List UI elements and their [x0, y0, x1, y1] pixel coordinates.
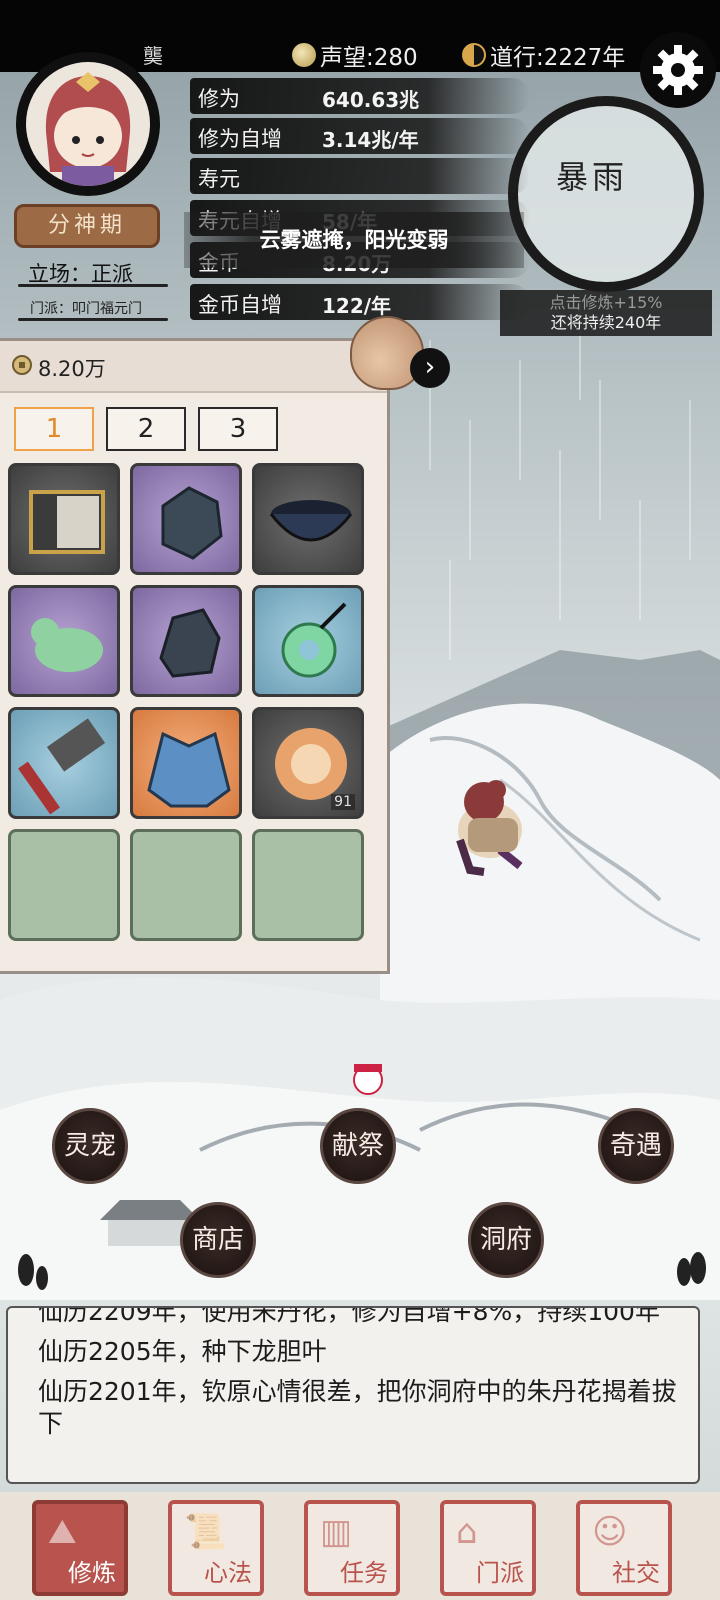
stat-value: 3.14兆/年 — [322, 128, 419, 152]
rock-icon — [159, 608, 221, 678]
inventory-slot[interactable] — [252, 585, 364, 697]
weather-name: 暴雨 — [556, 158, 629, 196]
realm-badge: 分神期 — [14, 204, 160, 248]
inventory-slot[interactable] — [130, 707, 242, 819]
ore-icon — [161, 486, 223, 560]
stat-label: 寿元 — [198, 167, 240, 191]
event-log[interactable]: 仙历2209年，使用朱丹花，修为自增+8%，持续100年 仙历2205年，种下龙… — [6, 1306, 700, 1484]
nav-label: 社交 — [612, 1559, 660, 1587]
scroll-icon: 📜 — [184, 1512, 227, 1552]
inventory-panel: 8.20万 1 2 3 91 — [0, 338, 390, 974]
inventory-tabs: 1 2 3 — [14, 407, 278, 451]
people-icon: ☺ — [592, 1512, 628, 1552]
beast-icon — [31, 618, 103, 672]
dao-display: 道行:2227年 — [462, 38, 625, 72]
stat-row: 金币自增 122/年 — [190, 284, 530, 320]
log-entry: 仙历2201年，钦原心情很差，把你洞府中的朱丹花揭着拔下 — [38, 1377, 677, 1438]
jade-pendant-icon — [281, 602, 347, 678]
encounter-button[interactable]: 奇遇 — [598, 1108, 674, 1184]
gear-icon — [653, 45, 703, 95]
player-name: 龑 — [143, 44, 163, 68]
book-icon: ▥ — [320, 1512, 353, 1552]
fame-icon — [292, 43, 316, 67]
dao-label: 道行:2227年 — [490, 45, 626, 71]
inventory-slot[interactable] — [8, 707, 120, 819]
shop-button[interactable]: 商店 — [180, 1202, 256, 1278]
yin-yang-icon — [462, 43, 486, 67]
temple-icon: ⌂ — [456, 1512, 478, 1552]
bowl-icon — [269, 500, 353, 542]
nav-social[interactable]: ☺ 社交 — [576, 1500, 672, 1596]
stat-value: 122/年 — [322, 294, 392, 318]
weather-duration: 还将持续240年 — [550, 313, 662, 332]
divider — [18, 284, 168, 287]
weather-info: 点击修炼+15% 还将持续240年 — [500, 290, 712, 336]
stat-label: 修为自增 — [198, 127, 282, 151]
inventory-slot[interactable]: 91 — [252, 707, 364, 819]
weather-bonus: 点击修炼+15% — [549, 293, 663, 312]
event-toast: 云雾遮掩，阳光变弱 — [184, 212, 524, 268]
stats-panel: 修为 640.63兆 修为自增 3.14兆/年 寿元 寿元自增 58/年 金币 … — [190, 76, 530, 326]
nav-label: 门派 — [476, 1559, 524, 1587]
stat-row: 修为自增 3.14兆/年 — [190, 118, 530, 154]
fame-display: 声望:280 — [292, 38, 418, 72]
sect-label: 门派：叩门福元门 — [30, 301, 142, 317]
inventory-slot[interactable] — [252, 463, 364, 575]
nav-quest[interactable]: ▥ 任务 — [304, 1500, 400, 1596]
bottom-nav: ⛰ 修炼 📜 心法 ▥ 任务 ⌂ 门派 ☺ 社交 — [0, 1492, 720, 1600]
expand-arrow-button[interactable]: › — [410, 348, 450, 388]
item-count: 91 — [331, 794, 355, 810]
sacrifice-button[interactable]: 献祭 — [320, 1108, 396, 1184]
robe-icon — [147, 731, 231, 808]
book-icon — [29, 490, 105, 554]
stat-label: 金币自增 — [198, 293, 282, 317]
inventory-tab-2[interactable]: 2 — [106, 407, 186, 451]
inventory-slot[interactable] — [130, 463, 242, 575]
inventory-slot[interactable] — [8, 585, 120, 697]
inventory-header: 8.20万 — [0, 341, 387, 393]
mountain-icon: ⛰ — [48, 1512, 77, 1552]
nav-sect[interactable]: ⌂ 门派 — [440, 1500, 536, 1596]
inventory-tab-3[interactable]: 3 — [198, 407, 278, 451]
nav-cultivate[interactable]: ⛰ 修炼 — [32, 1500, 128, 1596]
nav-label: 修炼 — [68, 1559, 116, 1587]
nav-technique[interactable]: 📜 心法 — [168, 1500, 264, 1596]
inventory-tab-1[interactable]: 1 — [14, 407, 94, 451]
avatar[interactable] — [26, 62, 150, 186]
inventory-grid: 91 — [8, 463, 364, 941]
stat-value: 640.63兆 — [322, 88, 420, 112]
nav-label: 任务 — [340, 1559, 388, 1587]
cave-button[interactable]: 洞府 — [468, 1202, 544, 1278]
hammer-icon — [18, 718, 106, 815]
empty-slot[interactable] — [130, 829, 242, 941]
stat-label: 修为 — [198, 87, 240, 111]
log-entry: 仙历2209年，使用朱丹花，修为自增+8%，持续100年 — [38, 1306, 660, 1326]
fame-label: 声望:280 — [320, 45, 418, 71]
log-entry: 仙历2205年，种下龙胆叶 — [38, 1337, 327, 1366]
empty-slot[interactable] — [252, 829, 364, 941]
stat-row: 修为 640.63兆 — [190, 78, 530, 114]
settings-button[interactable] — [640, 32, 716, 108]
inventory-gold: 8.20万 — [38, 357, 106, 381]
inventory-slot[interactable] — [8, 463, 120, 575]
pet-button[interactable]: 灵宠 — [52, 1108, 128, 1184]
nav-label: 心法 — [204, 1559, 252, 1587]
stat-row: 寿元 — [190, 158, 530, 194]
coin-icon — [12, 355, 32, 375]
empty-slot[interactable] — [8, 829, 120, 941]
divider — [18, 318, 168, 321]
inventory-slot[interactable] — [130, 585, 242, 697]
